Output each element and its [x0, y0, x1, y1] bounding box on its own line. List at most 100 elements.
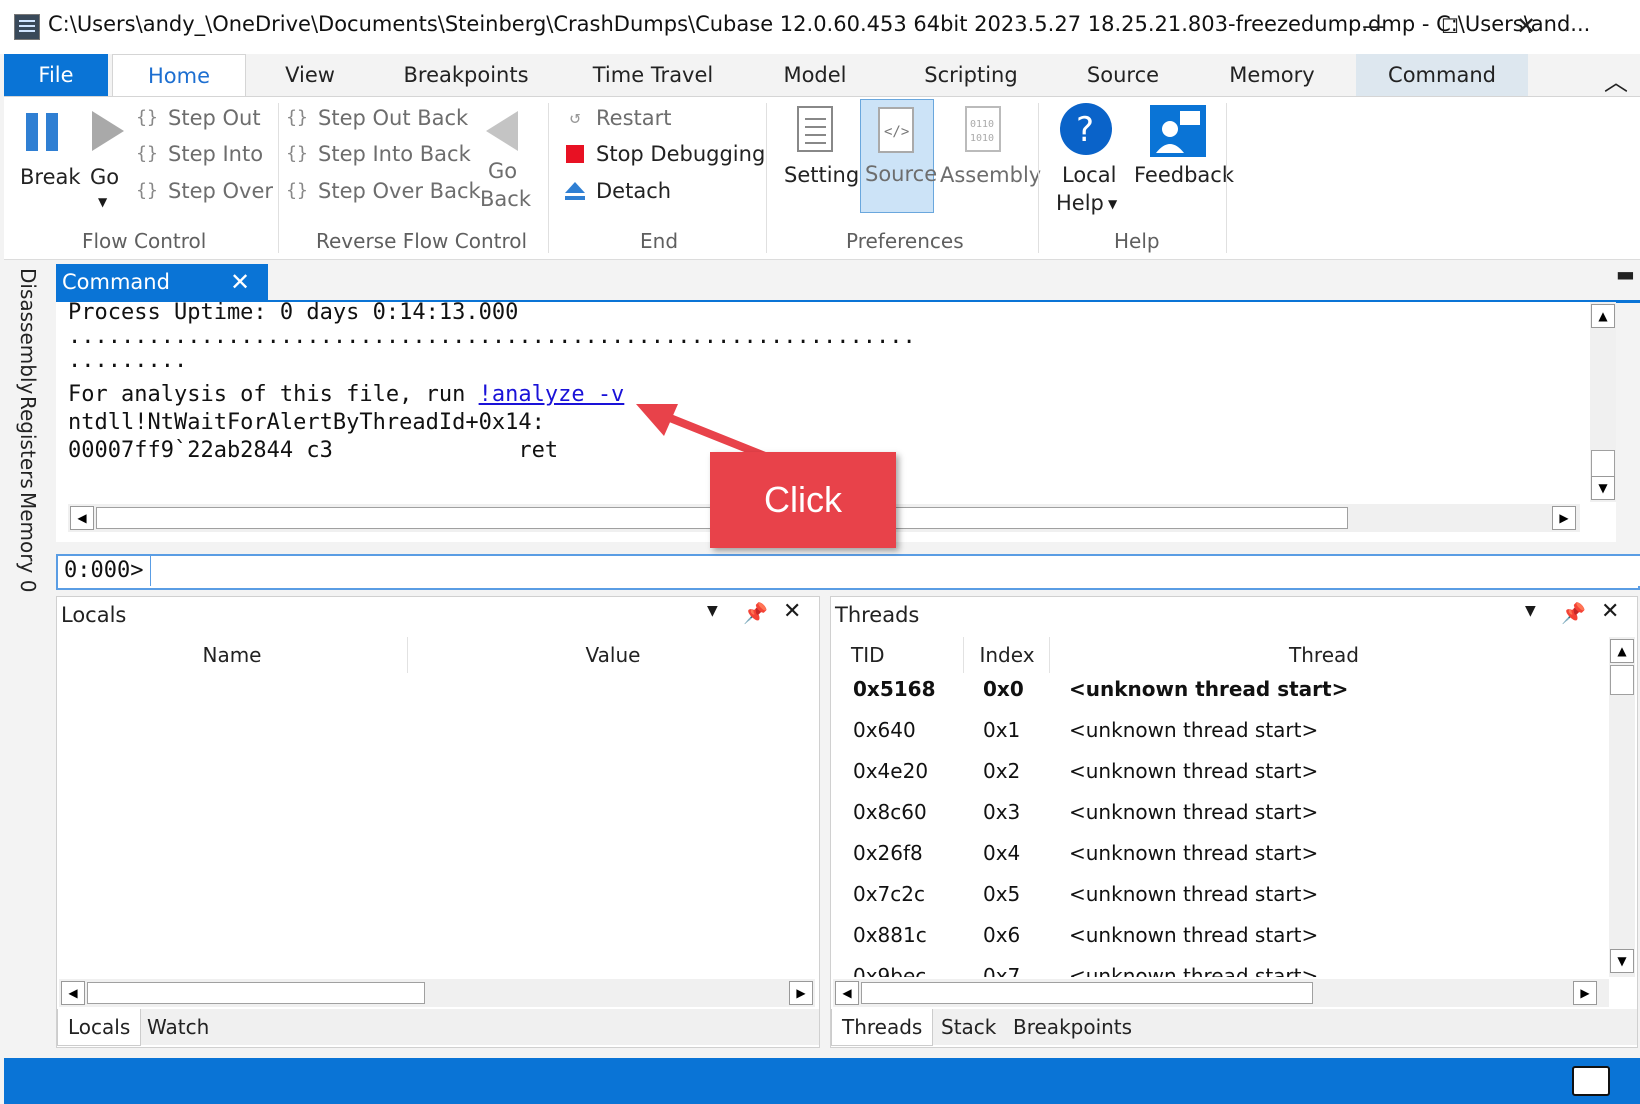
thread-tid[interactable]: 0x5168: [853, 677, 935, 701]
restart-icon: ↺: [569, 107, 581, 128]
panel-dropdown-icon[interactable]: ▼: [1525, 603, 1536, 619]
maximize-button[interactable]: ☐: [1430, 8, 1470, 44]
break-button[interactable]: Break: [14, 103, 81, 223]
step-over-button[interactable]: {} Step Over: [136, 176, 276, 210]
locals-horizontal-scrollbar[interactable]: ◀ ▶: [59, 979, 815, 1007]
tab-model[interactable]: Model: [772, 54, 858, 96]
local-help-button[interactable]: ? Local Help ▼: [1048, 99, 1126, 219]
chat-feedback-icon[interactable]: [1572, 1066, 1610, 1096]
thread-index: 0x1: [983, 718, 1021, 742]
command-vertical-scrollbar[interactable]: ▲ ▼: [1590, 302, 1616, 502]
pin-icon[interactable]: 📌: [743, 601, 768, 625]
output-line-analysis-hint: For analysis of this file, run !analyze …: [68, 382, 624, 407]
thread-start: <unknown thread start>: [1069, 923, 1319, 947]
scroll-left-icon[interactable]: ◀: [835, 981, 859, 1005]
feedback-button[interactable]: Feedback: [1130, 99, 1234, 219]
column-header-thread[interactable]: Thread: [1051, 637, 1597, 673]
scroll-up-icon[interactable]: ▲: [1610, 639, 1634, 663]
analyze-link[interactable]: !analyze -v: [479, 382, 625, 407]
close-panel-icon[interactable]: ✕: [783, 599, 801, 624]
column-header-index[interactable]: Index: [965, 637, 1050, 673]
scroll-right-icon[interactable]: ▶: [1552, 506, 1576, 530]
command-input[interactable]: [150, 556, 1640, 586]
tab-locals[interactable]: Locals: [57, 1009, 142, 1046]
tab-stack[interactable]: Stack: [931, 1009, 1006, 1045]
scroll-left-icon[interactable]: ◀: [61, 981, 85, 1005]
tab-source[interactable]: Source: [1078, 54, 1168, 96]
thread-tid[interactable]: 0x9bec: [853, 964, 926, 977]
scroll-thumb[interactable]: [1591, 450, 1615, 478]
scroll-right-icon[interactable]: ▶: [789, 981, 813, 1005]
thread-tid[interactable]: 0x640: [853, 718, 916, 742]
panel-dropdown-icon[interactable]: ▼: [707, 603, 718, 619]
step-out-label: Step Out: [168, 106, 261, 130]
window-menu-icon[interactable]: ▬: [1616, 262, 1635, 286]
command-window-tab[interactable]: Command ✕: [56, 264, 268, 300]
column-header-tid[interactable]: TID: [831, 637, 964, 673]
thread-tid[interactable]: 0x7c2c: [853, 882, 925, 906]
go-back-button[interactable]: Go Back: [474, 103, 531, 227]
tab-watch[interactable]: Watch: [137, 1009, 219, 1045]
go-button[interactable]: Go ▼: [82, 103, 132, 227]
scroll-down-icon[interactable]: ▼: [1591, 476, 1615, 500]
minimize-button[interactable]: —: [1354, 8, 1394, 44]
status-bar: [4, 1058, 1640, 1104]
tab-breakpoints[interactable]: Breakpoints: [1003, 1009, 1142, 1045]
local-help-dropdown-icon[interactable]: ▼: [1108, 197, 1117, 211]
source-button[interactable]: </> Source: [860, 99, 937, 213]
scroll-right-icon[interactable]: ▶: [1573, 981, 1597, 1005]
column-header-value[interactable]: Value: [409, 637, 817, 673]
tab-home[interactable]: Home: [112, 54, 246, 98]
stop-debugging-label: Stop Debugging: [596, 142, 766, 166]
tab-view[interactable]: View: [268, 54, 352, 96]
threads-list: 0x5168 0x0 <unknown thread start> 0x640 …: [831, 677, 1601, 977]
windbg-app-icon[interactable]: [14, 14, 40, 40]
thread-tid[interactable]: 0x881c: [853, 923, 927, 947]
tab-file[interactable]: File: [4, 54, 108, 96]
scroll-thumb[interactable]: [861, 982, 1313, 1004]
step-out-button[interactable]: {} Step Out: [136, 103, 276, 137]
tab-scripting[interactable]: Scripting: [916, 54, 1026, 96]
scroll-thumb[interactable]: [1610, 665, 1634, 695]
locals-bottom-tabs: Locals Watch: [57, 1009, 819, 1046]
thread-tid[interactable]: 0x8c60: [853, 800, 927, 824]
help-group-label: Help: [1114, 229, 1160, 253]
thread-index: 0x2: [983, 759, 1021, 783]
restart-button[interactable]: ↺ Restart: [564, 103, 684, 137]
scroll-left-icon[interactable]: ◀: [70, 506, 94, 530]
eject-icon: [565, 182, 585, 200]
scroll-thumb[interactable]: [87, 982, 425, 1004]
pin-icon[interactable]: 📌: [1561, 601, 1586, 625]
tab-time-travel[interactable]: Time Travel: [588, 54, 718, 96]
step-into-back-button[interactable]: {} Step Into Back: [286, 139, 471, 173]
thread-index: 0x0: [983, 677, 1024, 701]
tab-disassembly[interactable]: Disassembly: [10, 268, 40, 394]
close-panel-icon[interactable]: ✕: [1601, 599, 1619, 624]
thread-tid[interactable]: 0x4e20: [853, 759, 928, 783]
threads-horizontal-scrollbar[interactable]: ◀ ▶: [833, 979, 1609, 1007]
settings-button[interactable]: Settings: [780, 101, 870, 219]
tab-threads[interactable]: Threads: [831, 1009, 934, 1046]
step-out-back-button[interactable]: {} Step Out Back: [286, 103, 468, 137]
close-window-button[interactable]: ✕: [1506, 8, 1546, 44]
go-dropdown-icon[interactable]: ▼: [98, 195, 107, 209]
tab-registers[interactable]: Registers: [10, 396, 40, 489]
tab-memory-0[interactable]: Memory 0: [10, 492, 40, 592]
collapse-ribbon-icon[interactable]: ︿: [1604, 62, 1628, 97]
step-into-button[interactable]: {} Step Into: [136, 139, 276, 173]
close-command-tab-icon[interactable]: ✕: [230, 264, 250, 300]
scroll-down-icon[interactable]: ▼: [1610, 949, 1634, 973]
tab-command[interactable]: Command: [1356, 54, 1528, 96]
step-over-back-button[interactable]: {} Step Over Back: [286, 176, 481, 210]
thread-tid[interactable]: 0x26f8: [853, 841, 923, 865]
assembly-button[interactable]: 0110 1010 Assembly: [938, 101, 1041, 219]
preferences-group-label: Preferences: [846, 229, 964, 253]
stop-icon: [566, 145, 584, 163]
scroll-up-icon[interactable]: ▲: [1591, 304, 1615, 328]
tab-memory[interactable]: Memory: [1222, 54, 1322, 96]
detach-button[interactable]: Detach: [564, 176, 684, 210]
threads-vertical-scrollbar[interactable]: ▲ ▼: [1609, 637, 1635, 977]
stop-debugging-button[interactable]: Stop Debugging: [564, 139, 766, 173]
column-header-name[interactable]: Name: [57, 637, 408, 673]
tab-breakpoints[interactable]: Breakpoints: [398, 54, 534, 96]
